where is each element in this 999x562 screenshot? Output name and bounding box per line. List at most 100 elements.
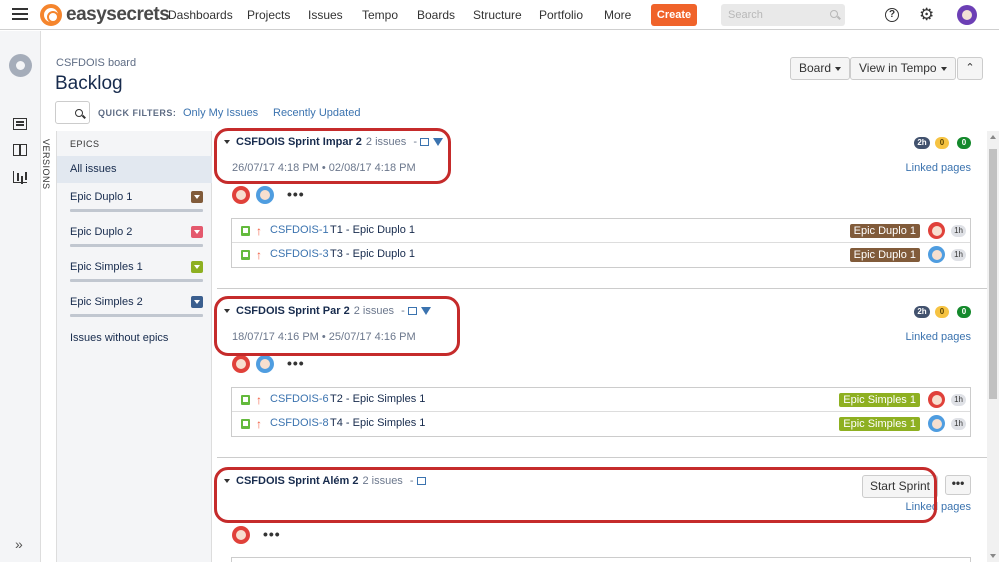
menu-icon[interactable] [12,8,28,22]
story-icon [241,395,250,405]
estimate-inprogress-badge: 0 [935,137,949,149]
epic-badge[interactable]: Epic Duplo 1 [849,224,920,238]
table-row[interactable]: ↑ CSFDOIS-1 T1 - Epic Duplo 1 Epic Duplo… [232,219,970,243]
priority-high-icon: ↑ [256,417,262,431]
chevron-down-icon[interactable] [191,261,203,273]
filter-only-my-issues[interactable]: Only My Issues [183,107,258,119]
nav-more[interactable]: More [604,8,631,22]
brand-name: easysecrets [66,4,170,25]
avatar[interactable] [957,5,977,25]
avatar[interactable] [232,186,250,204]
reports-icon[interactable] [13,171,27,183]
project-sidebar: » [0,31,41,562]
scroll-down-icon[interactable] [990,554,996,558]
chevron-down-icon[interactable] [191,296,203,308]
nav-boards[interactable]: Boards [417,8,455,22]
issue-list: ↑ CSFDOIS-1 T1 - Epic Duplo 1 Epic Duplo… [231,218,971,268]
backlog-icon[interactable] [13,118,27,130]
epic-item-simples-1[interactable]: Epic Simples 1 [70,261,203,282]
create-button[interactable]: Create [651,4,697,26]
epic-name: Epic Simples 2 [70,296,143,308]
annotation-highlight [214,296,460,356]
table-row[interactable]: ↑ CSFDOIS-3 T3 - Epic Duplo 1 Epic Duplo… [232,243,970,267]
issue-list: ↑ CSFDOIS-6 T2 - Epic Simples 1 Epic Sim… [231,387,971,437]
search-input[interactable]: Search [721,4,845,26]
chevron-down-icon [835,66,842,71]
chevron-down-icon[interactable] [191,226,203,238]
annotation-highlight [214,467,937,523]
nav-structure[interactable]: Structure [473,8,522,22]
epic-badge[interactable]: Epic Simples 1 [839,393,920,407]
board-icon[interactable] [13,144,27,156]
epic-progress-bar [70,314,203,317]
epic-item-simples-2[interactable]: Epic Simples 2 [70,296,203,317]
story-icon [241,226,250,236]
filter-recently-updated[interactable]: Recently Updated [273,107,360,119]
issues-without-epics[interactable]: Issues without epics [70,332,168,344]
avatar[interactable] [256,355,274,373]
avatar[interactable] [232,355,250,373]
nav-issues[interactable]: Issues [308,8,343,22]
issue-key[interactable]: CSFDOIS-8 [270,417,329,429]
more-icon[interactable]: ••• [287,355,305,371]
story-icon [241,419,250,429]
board-name[interactable]: CSFDOIS board [56,57,136,69]
table-row[interactable]: ↑ CSFDOIS-8 T4 - Epic Simples 1 Epic Sim… [232,412,970,436]
board-button-label: Board [799,61,832,75]
issue-list [231,557,971,562]
board-button[interactable]: Board [790,57,851,80]
nav-projects[interactable]: Projects [247,8,290,22]
top-navigation: easysecrets Dashboards Projects Issues T… [0,0,999,30]
issue-summary: T1 - Epic Duplo 1 [330,224,415,236]
more-icon[interactable]: ••• [263,526,281,542]
estimate-todo-badge: 2h [914,137,930,149]
expand-sidebar-icon[interactable]: » [15,536,23,552]
epic-badge[interactable]: Epic Duplo 1 [849,248,920,262]
epic-all-issues[interactable]: All issues [57,156,212,183]
more-icon[interactable]: ••• [287,186,305,202]
estimate-badge: 1h [951,418,966,430]
search-icon [75,109,83,117]
sprint-actions-button[interactable]: ••• [945,475,971,495]
collapse-header-button[interactable]: ⌃ [957,57,983,80]
scroll-thumb[interactable] [989,149,997,399]
search-placeholder: Search [728,9,763,21]
priority-high-icon: ↑ [256,393,262,407]
scroll-up-icon[interactable] [990,135,996,139]
table-row[interactable]: ↑ CSFDOIS-6 T2 - Epic Simples 1 Epic Sim… [232,388,970,412]
help-icon[interactable]: ? [885,8,899,22]
estimate-inprogress-badge: 0 [935,306,949,318]
epic-badge[interactable]: Epic Simples 1 [839,417,920,431]
quick-filters-label: QUICK FILTERS: [98,108,177,118]
backlog-search-input[interactable] [55,101,90,124]
brand-logo[interactable]: easysecrets [40,3,170,27]
nav-portfolio[interactable]: Portfolio [539,8,583,22]
avatar[interactable] [232,526,250,544]
avatar [928,391,945,408]
linked-pages-link[interactable]: Linked pages [906,331,971,343]
chevron-down-icon[interactable] [191,191,203,203]
scrollbar[interactable] [987,131,999,562]
gear-icon[interactable]: ⚙ [919,6,934,23]
epic-item-duplo-1[interactable]: Epic Duplo 1 [70,191,203,212]
chevron-down-icon [940,66,947,71]
issue-key[interactable]: CSFDOIS-6 [270,393,329,405]
issue-key[interactable]: CSFDOIS-1 [270,224,329,236]
versions-panel-toggle[interactable]: VERSIONS [41,131,57,562]
view-in-tempo-button[interactable]: View in Tempo [850,57,956,80]
avatar[interactable] [256,186,274,204]
nav-tempo[interactable]: Tempo [362,8,398,22]
priority-high-icon: ↑ [256,248,262,262]
page-title: Backlog [55,73,123,94]
project-avatar-icon[interactable] [9,54,32,77]
epic-progress-bar [70,244,203,247]
issue-summary: T2 - Epic Simples 1 [330,393,426,405]
linked-pages-link[interactable]: Linked pages [906,162,971,174]
epic-progress-bar [70,209,203,212]
avatar [928,222,945,239]
estimate-done-badge: 0 [957,306,971,318]
issue-key[interactable]: CSFDOIS-3 [270,248,329,260]
avatar [928,246,945,263]
nav-dashboards[interactable]: Dashboards [168,8,233,22]
epic-item-duplo-2[interactable]: Epic Duplo 2 [70,226,203,247]
